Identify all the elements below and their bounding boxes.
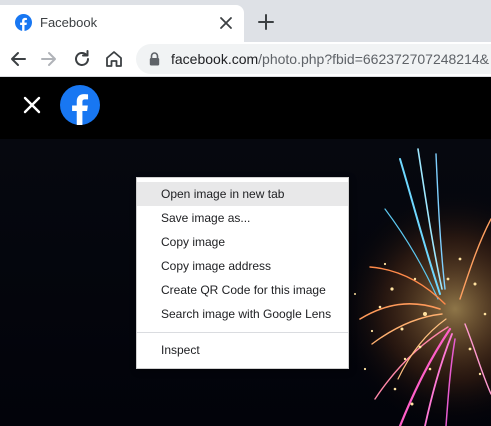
url-path: /photo.php?fbid=662372707248214& xyxy=(258,51,490,67)
url-text: facebook.com/photo.php?fbid=662372707248… xyxy=(171,51,489,67)
close-icon[interactable] xyxy=(21,94,43,116)
address-bar[interactable]: facebook.com/photo.php?fbid=662372707248… xyxy=(136,44,491,74)
close-icon[interactable] xyxy=(219,16,233,30)
menu-item-inspect[interactable]: Inspect xyxy=(137,338,348,362)
menu-separator xyxy=(137,332,348,333)
tab-title: Facebook xyxy=(40,15,98,30)
browser-toolbar: facebook.com/photo.php?fbid=662372707248… xyxy=(0,42,491,77)
arrow-left-icon[interactable] xyxy=(7,48,29,70)
facebook-photo-viewer: Open image in new tab Save image as... C… xyxy=(0,77,491,426)
tab-strip: Facebook xyxy=(0,0,491,42)
arrow-right-icon[interactable] xyxy=(38,48,60,70)
menu-item-search-google-lens[interactable]: Search image with Google Lens xyxy=(137,302,348,326)
menu-item-create-qr-code[interactable]: Create QR Code for this image xyxy=(137,278,348,302)
facebook-logo-icon[interactable] xyxy=(60,85,100,125)
photo-viewer-header xyxy=(0,77,491,139)
plus-icon[interactable] xyxy=(257,13,275,31)
menu-item-open-image-in-new-tab[interactable]: Open image in new tab xyxy=(137,182,348,206)
lock-icon[interactable] xyxy=(149,52,160,66)
home-icon[interactable] xyxy=(103,48,125,70)
facebook-favicon-icon xyxy=(15,14,32,31)
url-host: facebook.com xyxy=(171,51,259,67)
reload-icon[interactable] xyxy=(71,48,93,70)
browser-tab-facebook[interactable]: Facebook xyxy=(0,5,244,42)
image-context-menu: Open image in new tab Save image as... C… xyxy=(136,177,349,369)
menu-item-copy-image[interactable]: Copy image xyxy=(137,230,348,254)
menu-item-save-image-as[interactable]: Save image as... xyxy=(137,206,348,230)
menu-item-copy-image-address[interactable]: Copy image address xyxy=(137,254,348,278)
